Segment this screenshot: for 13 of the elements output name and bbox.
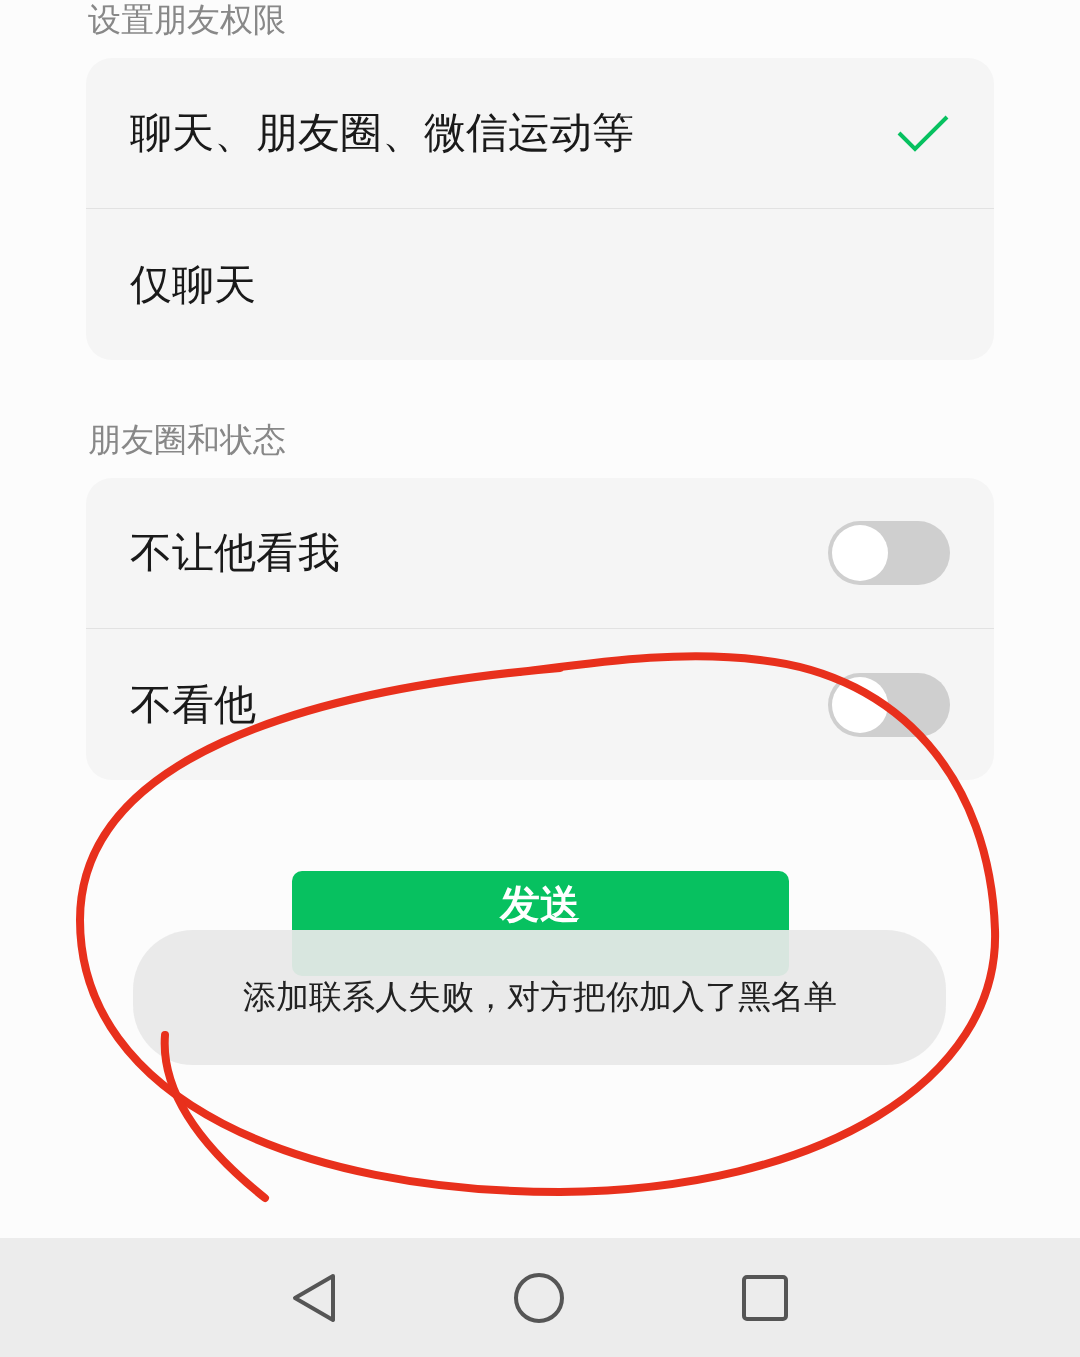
permission-option[interactable]: 仅聊天 (86, 209, 994, 360)
back-icon[interactable] (291, 1272, 337, 1323)
recents-icon[interactable] (741, 1273, 789, 1322)
option-label: 仅聊天 (130, 258, 256, 311)
check-icon (896, 113, 950, 153)
section-title: 朋友圈和状态 (87, 420, 287, 460)
toggle-label: 不让他看我 (130, 527, 340, 579)
option-label: 聊天、朋友圈、微信运动等 (130, 107, 634, 159)
error-toast: 添加联系人失败，对方把你加入了黑名单 (133, 930, 946, 1065)
permission-option[interactable]: 聊天、朋友圈、微信运动等 (86, 58, 994, 209)
section-title: 设置朋友权限 (87, 0, 287, 40)
toggle-label: 不看他 (130, 678, 256, 731)
home-icon[interactable] (513, 1271, 565, 1324)
